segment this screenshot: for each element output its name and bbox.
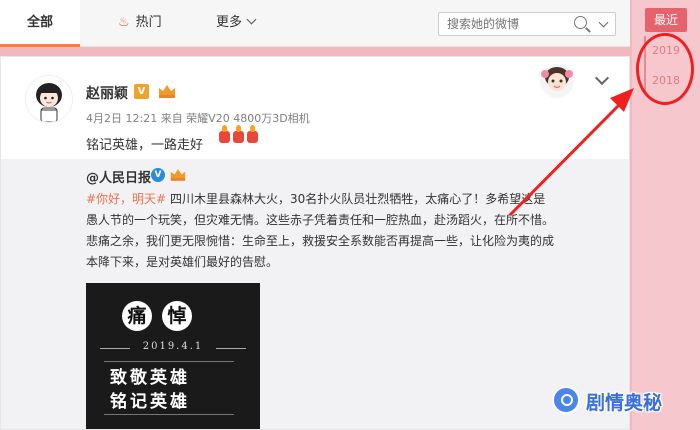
post-meta: 4月2日 12:21 来自 荣耀V20 4800万3D相机 <box>86 112 310 125</box>
image-line-1: 致敬英雄 <box>110 368 190 388</box>
cartoon-sticker-icon <box>540 64 574 98</box>
tab-all[interactable]: 全部 <box>0 0 80 47</box>
vip-crown-icon <box>159 85 175 98</box>
candle-emojis <box>219 125 261 146</box>
candle-icon <box>219 125 230 143</box>
post-menu-chevron-icon[interactable] <box>594 70 610 86</box>
annotation-circle <box>636 33 694 105</box>
image-char-2: 悼 <box>162 301 192 331</box>
search-input[interactable] <box>439 13 587 35</box>
image-char-1: 痛 <box>122 301 152 331</box>
weibo-post-card: 赵丽颖 V 4月2日 12:21 来自 荣耀V20 4800万3D相机 铭记英雄… <box>0 56 630 430</box>
post-text: 铭记英雄，一路走好 <box>86 138 204 153</box>
watermark-logo-icon <box>552 386 580 414</box>
repost-text: #你好，明天# 四川木里县森林大火，30名扑火队员壮烈牺牲，太痛心了！多希望这是… <box>86 189 556 273</box>
hashtag-link[interactable]: #你好，明天# <box>86 192 166 206</box>
avatar-image <box>26 76 72 122</box>
avatar[interactable] <box>25 75 73 123</box>
watermark-text: 剧情奥秘 <box>586 392 663 414</box>
reposted-content: @人民日报 V #你好，明天# 四川木里县森林大火，30名扑火队员壮烈牺牲，太痛… <box>1 159 629 429</box>
blue-verified-icon: V <box>151 168 165 182</box>
tab-hot-label: 热门 <box>135 15 162 30</box>
memorial-image[interactable]: 痛 悼 2019.4.1 致敬英雄 铭记英雄 <box>86 283 260 429</box>
repost-author[interactable]: @人民日报 <box>86 167 151 186</box>
search-icon[interactable] <box>574 16 587 29</box>
search-box <box>438 12 616 36</box>
top-tab-bar: 全部 ♨ 热门 更多 <box>0 0 630 47</box>
chevron-down-icon <box>246 14 257 25</box>
tab-more[interactable]: 更多 <box>216 0 257 44</box>
post-username[interactable]: 赵丽颖 <box>86 83 128 103</box>
tab-hot[interactable]: ♨ 热门 <box>118 0 162 44</box>
candle-icon <box>247 125 258 143</box>
image-date: 2019.4.1 <box>142 341 204 352</box>
search-chevron-down-icon[interactable] <box>598 17 609 28</box>
tab-more-label: 更多 <box>216 15 243 30</box>
image-line-2: 铭记英雄 <box>110 392 190 412</box>
fire-icon: ♨ <box>118 15 130 30</box>
verified-badge-icon: V <box>134 84 149 99</box>
watermark: 剧情奥秘 <box>544 378 694 422</box>
vip-crown-icon <box>170 169 186 181</box>
latest-button[interactable]: 最近 <box>645 8 687 32</box>
candle-icon <box>233 125 244 143</box>
